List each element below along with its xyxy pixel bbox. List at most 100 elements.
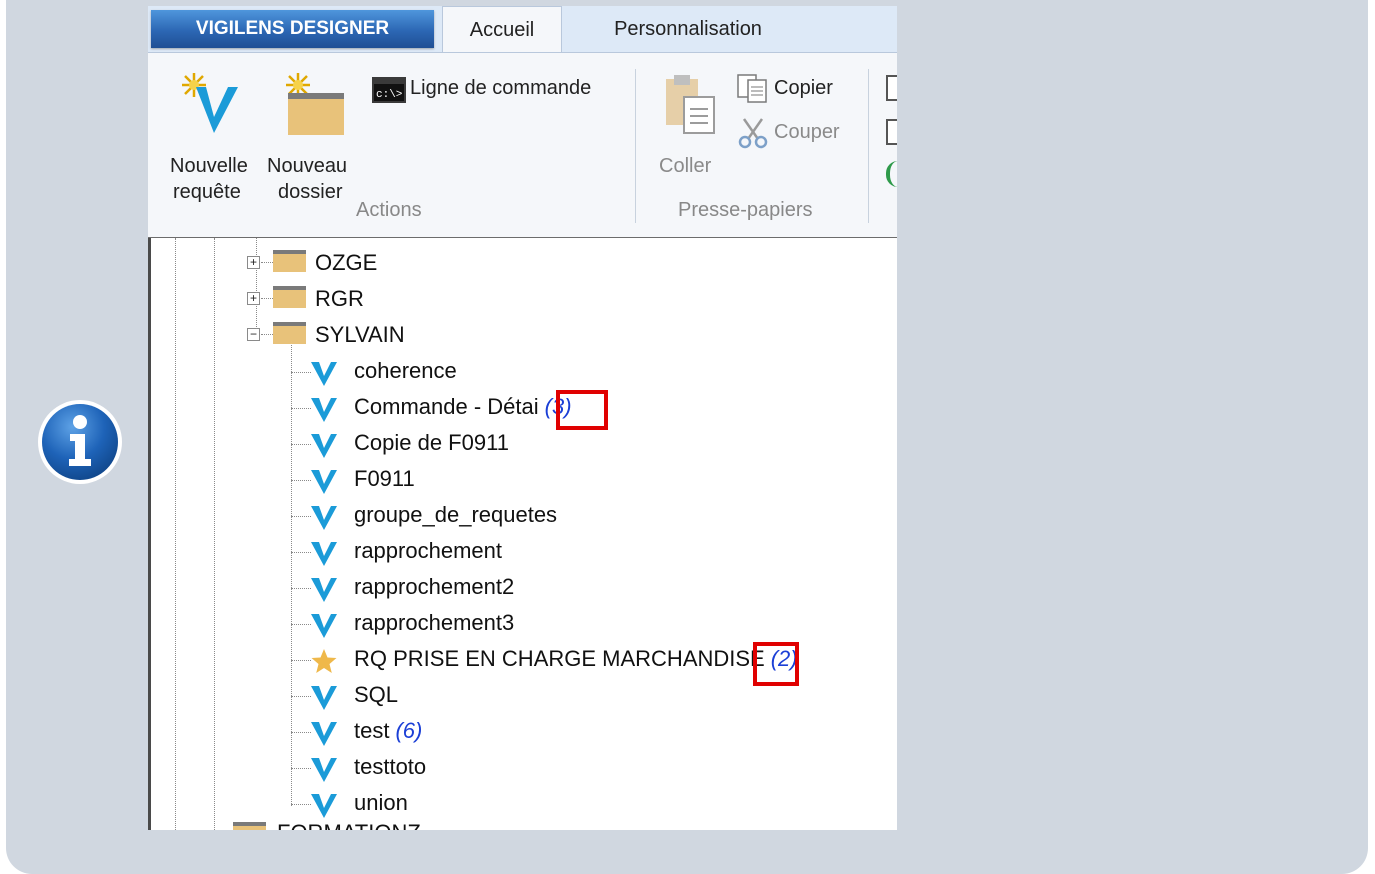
tree-connector — [291, 552, 311, 553]
terminal-icon: c:\> — [372, 77, 406, 103]
paste-icon — [666, 75, 715, 134]
partial-refresh-icon[interactable] — [886, 161, 897, 187]
actions-group-label: Actions — [356, 199, 422, 221]
svg-text:c:\>: c:\> — [376, 89, 402, 101]
copy-icon — [737, 74, 767, 103]
paste-label: Coller — [659, 155, 712, 177]
tree-folder-label: RGR — [315, 286, 364, 311]
app-menu-button[interactable]: VIGILENS DESIGNER — [151, 10, 434, 48]
star-icon — [311, 649, 337, 673]
new-folder-button[interactable]: Nouveau dossier — [264, 69, 364, 203]
collapse-icon[interactable]: − — [247, 328, 260, 341]
ribbon-separator-1 — [635, 69, 636, 223]
tree-connector — [291, 768, 311, 769]
tree-connector — [291, 660, 311, 661]
vigilens-v-icon — [311, 614, 337, 638]
new-query-label-2: requête — [173, 181, 241, 203]
vigilens-v-icon — [311, 722, 337, 746]
highlight-box — [556, 390, 608, 430]
tree-item-label: union — [354, 790, 408, 816]
tree-item-text: rapprochement — [354, 538, 502, 563]
folder-icon — [273, 286, 306, 308]
tree-item-text: RQ PRISE EN CHARGE MARCHANDISE — [354, 646, 765, 671]
tab-personnalisation[interactable]: Personnalisation — [588, 6, 788, 52]
vigilens-v-icon — [311, 434, 337, 458]
tree-item-label: rapprochement2 — [354, 574, 514, 600]
vigilens-v-icon — [311, 686, 337, 710]
new-query-label-1: Nouvelle — [170, 155, 248, 177]
tree-item-label: rapprochement3 — [354, 610, 514, 636]
tree-item-text: rapprochement2 — [354, 574, 515, 599]
copy-label: Copier — [774, 77, 833, 99]
tree-item-label: SQL — [354, 682, 398, 708]
query-tree: + OZGE + RGR − SYLVAIN coherence Commande… — [148, 238, 897, 830]
vigilens-v-icon — [311, 794, 337, 818]
tree-guide-line — [291, 342, 292, 806]
tab-accueil[interactable]: Accueil — [442, 6, 562, 53]
vigilens-v-icon — [311, 398, 337, 422]
tree-item-label: Commande - Détai (3) — [354, 394, 572, 420]
scissors-icon — [738, 118, 768, 149]
tree-connector — [291, 624, 311, 625]
tree-guide-line — [175, 238, 176, 830]
tree-item-count: (6) — [395, 718, 423, 743]
partial-tool-icon-1[interactable] — [886, 75, 897, 101]
tree-connector — [291, 516, 311, 517]
tree-connector — [291, 480, 311, 481]
tree-connector — [291, 372, 311, 373]
tree-item-text: coherence — [354, 358, 457, 383]
vigilens-v-icon — [311, 362, 337, 386]
info-icon — [38, 400, 122, 484]
highlight-box — [753, 642, 799, 686]
folder-icon — [273, 322, 306, 344]
command-line-label: Ligne de commande — [410, 77, 592, 99]
partial-tool-icon-2[interactable] — [886, 119, 897, 145]
tree-connector — [291, 696, 311, 697]
app-screenshot: VIGILENS DESIGNER Accueil Personnalisati… — [148, 6, 897, 830]
expand-icon[interactable]: + — [247, 292, 260, 305]
ribbon-tab-strip: VIGILENS DESIGNER Accueil Personnalisati… — [148, 6, 897, 53]
tree-connector — [291, 588, 311, 589]
command-line-button[interactable]: c:\> Ligne de commande — [370, 71, 620, 105]
vigilens-v-icon — [311, 578, 337, 602]
ribbon: Nouvelle requête Nouveau dossier c:\> Li… — [148, 52, 897, 239]
vigilens-v-icon — [311, 506, 337, 530]
cut-button: Couper — [734, 115, 864, 149]
new-folder-icon — [286, 73, 344, 135]
tree-connector — [291, 732, 311, 733]
tree-item-text: testtoto — [354, 754, 427, 779]
tree-item-text: Commande - Détai — [354, 394, 539, 419]
expand-icon[interactable]: + — [247, 256, 260, 269]
tree-item-label: coherence — [354, 358, 457, 384]
vigilens-v-icon — [311, 470, 337, 494]
new-folder-label-1: Nouveau — [267, 155, 348, 177]
copy-button[interactable]: Copier — [734, 71, 864, 105]
new-query-icon — [182, 73, 238, 133]
new-query-button[interactable]: Nouvelle requête — [162, 69, 264, 203]
tree-item-label: Copie de F0911 — [354, 430, 509, 456]
folder-icon — [273, 250, 306, 272]
tree-guide-line — [256, 238, 257, 339]
tree-item-label: rapprochement — [354, 538, 502, 564]
tree-connector — [291, 444, 311, 445]
tree-folder-label: SYLVAIN — [315, 322, 405, 347]
tree-item-label: RQ PRISE EN CHARGE MARCHANDISE (2) — [354, 646, 798, 672]
tree-connector — [291, 408, 311, 409]
tree-item-text: rapprochement3 — [354, 610, 515, 635]
tree-item-text: F0911 — [354, 466, 415, 491]
vigilens-v-icon — [311, 758, 337, 782]
tree-item-text: union — [354, 790, 408, 815]
tree-guide-line — [214, 238, 215, 830]
tree-item-label: test (6) — [354, 718, 422, 744]
tree-item-label: groupe_de_requetes — [354, 502, 557, 528]
tree-item-text: SQL — [354, 682, 399, 707]
tree-item-text: test — [354, 718, 390, 743]
folder-icon — [233, 822, 266, 830]
clipboard-group-label: Presse-papiers — [678, 199, 813, 221]
vigilens-v-icon — [311, 542, 337, 566]
tree-item-text: groupe_de_requetes — [354, 502, 558, 527]
cut-label: Couper — [774, 121, 840, 143]
tree-folder-label: OZGE — [315, 250, 378, 275]
ribbon-separator-2 — [868, 69, 869, 223]
tree-folder-label: FORMATIONZ — [277, 820, 421, 830]
